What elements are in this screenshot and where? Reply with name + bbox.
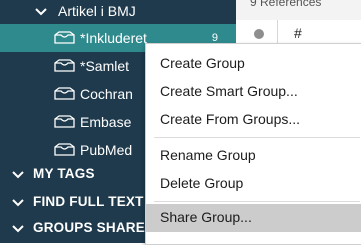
group-folder-icon	[54, 87, 75, 100]
references-count-label: 9 References	[250, 0, 322, 9]
section-label: FIND FULL TEXT	[33, 194, 144, 209]
sidebar-item-label: Cochran	[80, 86, 133, 102]
sidebar-item-label: PubMed	[80, 142, 133, 158]
menu-separator	[154, 201, 360, 202]
menu-item-label: Create Smart Group...	[160, 83, 298, 99]
group-set-label: Artikel i BMJ	[58, 3, 136, 19]
menu-item-label: Create From Groups...	[160, 111, 301, 127]
chevron-down-icon[interactable]	[11, 170, 25, 180]
menu-item-create-from-groups[interactable]: Create From Groups...	[146, 106, 361, 134]
chevron-down-icon[interactable]	[11, 198, 25, 208]
menu-item-label: Delete Group	[160, 175, 244, 191]
chevron-down-icon[interactable]	[34, 7, 48, 17]
group-folder-icon	[54, 59, 75, 72]
chevron-down-icon[interactable]	[11, 224, 25, 234]
menu-separator	[154, 137, 360, 138]
menu-item-delete-group[interactable]: Delete Group	[146, 170, 361, 198]
read-status-column-icon[interactable]	[254, 29, 264, 39]
section-label: MY TAGS	[33, 166, 95, 181]
group-context-menu: Create Group Create Smart Group... Creat…	[145, 43, 361, 245]
group-folder-icon	[54, 143, 75, 156]
column-header-number[interactable]: #	[294, 25, 302, 41]
group-folder-icon	[54, 31, 75, 44]
sidebar-item-label: *Inkluderet	[80, 30, 147, 46]
menu-item-label: Rename Group	[160, 147, 256, 163]
sidebar-item-label: Embase	[80, 114, 132, 130]
group-folder-icon	[54, 115, 75, 128]
sidebar-item-label: *Samlet	[80, 58, 130, 74]
menu-item-create-group[interactable]: Create Group	[146, 50, 361, 78]
group-set-artikel-i-bmj[interactable]: Artikel i BMJ	[0, 0, 236, 24]
menu-item-rename-group[interactable]: Rename Group	[146, 142, 361, 170]
menu-item-create-smart-group[interactable]: Create Smart Group...	[146, 78, 361, 106]
menu-item-label: Create Group	[160, 55, 245, 71]
menu-item-label: Share Group...	[160, 209, 252, 225]
menu-item-share-group[interactable]: Share Group...	[146, 204, 361, 232]
references-count-bar: 9 References	[236, 0, 361, 21]
